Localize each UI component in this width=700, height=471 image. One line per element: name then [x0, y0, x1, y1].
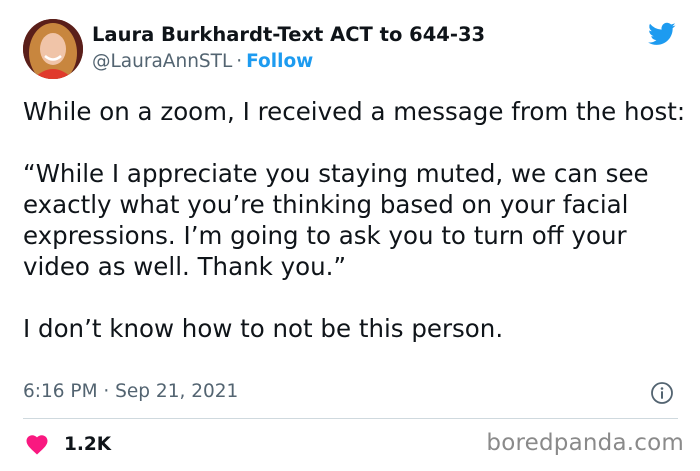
- watermark: boredpanda.com: [486, 430, 684, 456]
- follow-button[interactable]: Follow: [246, 51, 313, 72]
- author-name[interactable]: Laura Burkhardt-Text ACT to 644-33: [92, 23, 485, 47]
- handle-row: @LauraAnnSTL · Follow: [92, 50, 313, 74]
- tweet-card: Laura Burkhardt-Text ACT to 644-33 @Laur…: [0, 0, 700, 471]
- avatar[interactable]: [23, 19, 83, 79]
- tweet-paragraph: “While I appreciate you staying muted, w…: [23, 159, 649, 281]
- author-handle[interactable]: @LauraAnnSTL: [92, 51, 232, 72]
- divider: [23, 418, 678, 419]
- like-count: 1.2K: [64, 433, 112, 455]
- info-icon[interactable]: [650, 381, 674, 405]
- twitter-bird-icon[interactable]: [646, 20, 678, 48]
- tweet-paragraph: While on a zoom, I received a message fr…: [23, 97, 686, 126]
- heart-icon: [26, 435, 48, 455]
- separator-dot: ·: [236, 51, 243, 72]
- tweet-text: While on a zoom, I received a message fr…: [23, 96, 688, 344]
- tweet-paragraph: I don’t know how to not be this person.: [23, 314, 504, 343]
- like-button[interactable]: 1.2K: [25, 430, 111, 458]
- tweet-timestamp[interactable]: 6:16 PM · Sep 21, 2021: [23, 380, 238, 404]
